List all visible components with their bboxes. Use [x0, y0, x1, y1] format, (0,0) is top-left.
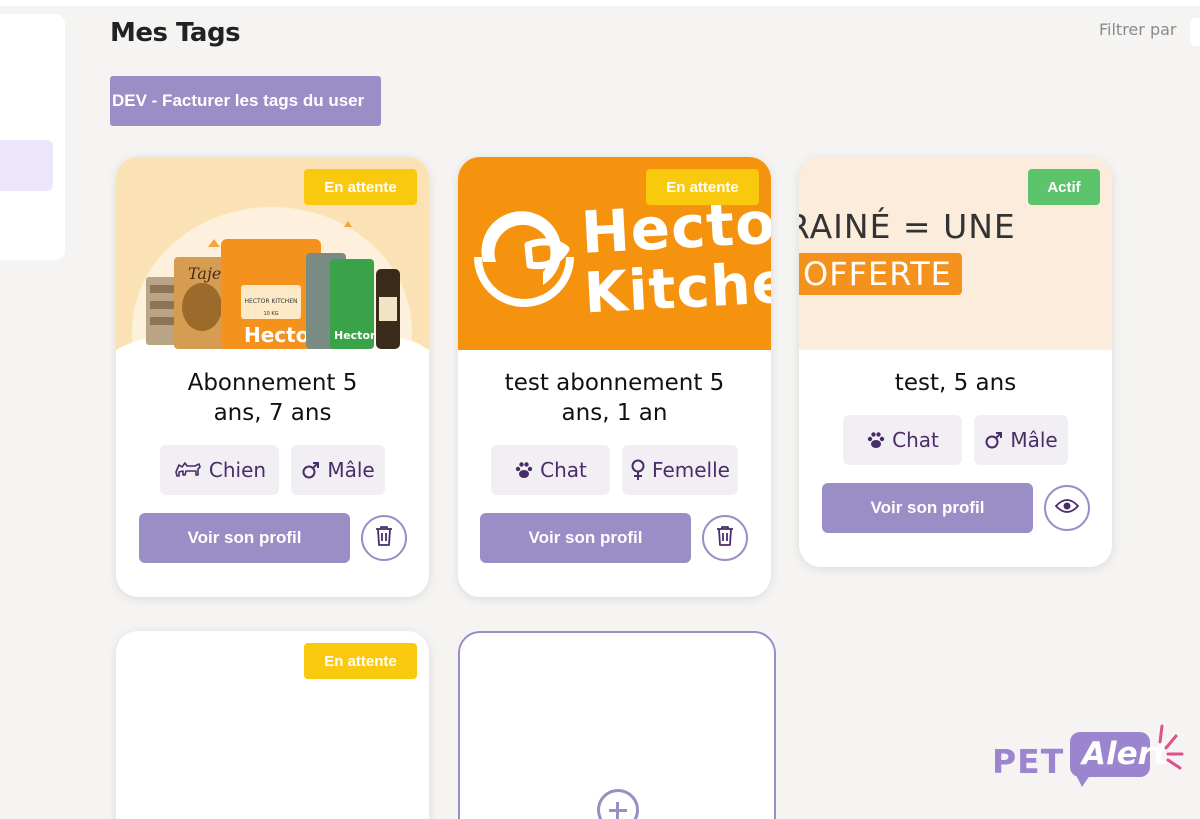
logo-text-pet: PET	[992, 742, 1065, 781]
sex-label: Mâle	[1010, 428, 1058, 452]
filter-select[interactable]	[1190, 18, 1200, 46]
paw-icon	[866, 430, 886, 450]
sex-chip: Mâle	[974, 415, 1068, 465]
status-badge: En attente	[304, 169, 417, 205]
dog-icon	[173, 459, 203, 481]
tag-card: Hector Kitchen En attente test abonnemen…	[458, 157, 771, 597]
status-badge: En attente	[646, 169, 759, 205]
svg-text:Taje: Taje	[188, 264, 221, 283]
svg-text:HECTOR KITCHEN: HECTOR KITCHEN	[245, 298, 298, 305]
paw-icon	[514, 460, 534, 480]
trash-icon	[375, 525, 393, 552]
species-label: Chat	[540, 458, 587, 482]
card-title: Abonnement 5 ans, 7 ans	[116, 368, 429, 428]
card-title-line1: test abonnement 5	[504, 370, 725, 396]
sidebar	[0, 14, 65, 260]
species-chip: Chat	[491, 445, 610, 495]
card-title: test, 5 ans	[894, 370, 1017, 396]
species-chip: Chien	[160, 445, 279, 495]
svg-text:10 KG: 10 KG	[263, 311, 278, 317]
sex-label: Mâle	[327, 458, 375, 482]
male-icon	[301, 460, 321, 480]
svg-text:Hector: Hector	[334, 329, 376, 342]
card-title-line2: ans, 1 an	[561, 400, 668, 426]
banner-line1: RAINÉ = UNE	[799, 207, 1016, 246]
species-label: Chien	[208, 458, 267, 482]
card-title-line2: ans, 7 ans	[213, 400, 332, 426]
trash-icon	[716, 525, 734, 552]
view-profile-button[interactable]: Voir son profil	[480, 513, 691, 563]
card-image-hector-kitchen: Hector Kitchen En attente	[458, 157, 771, 350]
female-icon	[630, 459, 646, 481]
species-chip: Chat	[843, 415, 962, 465]
sidebar-active-item[interactable]	[0, 140, 53, 191]
status-badge: Actif	[1028, 169, 1100, 205]
view-profile-button[interactable]: Voir son profil	[822, 483, 1033, 533]
view-profile-button[interactable]: Voir son profil	[139, 513, 350, 563]
species-label: Chat	[892, 428, 939, 452]
dev-bill-tags-button[interactable]: DEV - Facturer les tags du user	[110, 76, 381, 126]
card-image-promo: RAINÉ = UNE OFFERTE Actif	[799, 157, 1112, 350]
delete-button[interactable]	[361, 515, 407, 561]
add-tag-card[interactable]	[458, 631, 776, 819]
tag-card: Taje HECTOR KITCHEN 10 KG Hecto Hector E…	[116, 157, 429, 597]
view-button[interactable]	[1044, 485, 1090, 531]
card-title: test abonnement 5 ans, 1 an	[458, 368, 771, 428]
male-icon	[984, 430, 1004, 450]
delete-button[interactable]	[702, 515, 748, 561]
banner-line2: OFFERTE	[799, 253, 962, 295]
pet-alert-logo: PET Alert	[992, 722, 1192, 792]
status-badge: En attente	[304, 643, 417, 679]
filter-label: Filtrer par	[1099, 20, 1177, 39]
card-image-product: Taje HECTOR KITCHEN 10 KG Hecto Hector E…	[116, 157, 429, 350]
tag-card: En attente	[116, 631, 429, 819]
eye-icon	[1054, 498, 1080, 519]
top-strip	[0, 0, 1200, 6]
sex-chip: Femelle	[622, 445, 738, 495]
sex-chip: Mâle	[291, 445, 385, 495]
page-title: Mes Tags	[110, 18, 241, 48]
tag-card: RAINÉ = UNE OFFERTE Actif test, 5 ans Ch…	[799, 157, 1112, 567]
card-title-line1: Abonnement 5	[187, 370, 358, 396]
logo-sparkle-icon	[1158, 724, 1184, 770]
plus-circle-icon	[597, 789, 639, 819]
svg-text:Hecto: Hecto	[244, 323, 309, 347]
banner-line2: Kitchen	[582, 248, 771, 327]
sex-label: Femelle	[652, 458, 730, 482]
